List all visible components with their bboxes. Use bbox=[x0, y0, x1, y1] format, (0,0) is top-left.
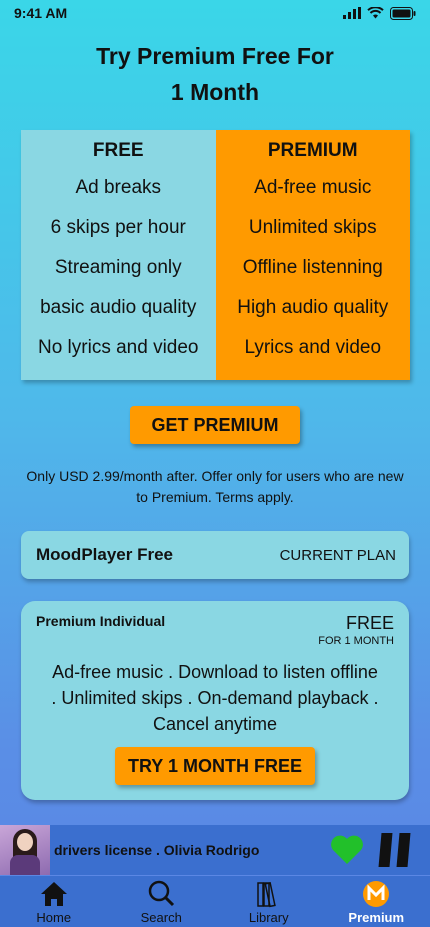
free-feature: 6 skips per hour bbox=[50, 217, 186, 238]
premium-feature: Offline listenning bbox=[242, 257, 383, 278]
title-line-2: 1 Month bbox=[170, 79, 260, 105]
premium-individual-card: Premium Individual FREE FOR 1 MONTH Ad-f… bbox=[21, 601, 409, 800]
free-feature: basic audio quality bbox=[40, 297, 197, 318]
wifi-icon bbox=[367, 7, 384, 19]
page-title: Try Premium Free For 1 Month bbox=[0, 38, 430, 110]
free-column: FREE Ad breaks 6 skips per hour Streamin… bbox=[21, 130, 216, 380]
pause-icon[interactable] bbox=[378, 833, 411, 867]
plan-comparison: FREE Ad breaks 6 skips per hour Streamin… bbox=[21, 130, 410, 380]
premium-heading: PREMIUM bbox=[267, 140, 358, 161]
premium-feature: Ad-free music bbox=[254, 177, 372, 198]
current-plan-tag: CURRENT PLAN bbox=[279, 546, 396, 564]
description-line: Cancel anytime bbox=[152, 714, 278, 734]
free-heading: FREE bbox=[92, 140, 144, 161]
mini-player[interactable]: drivers license . Olivia Rodrigo bbox=[0, 825, 430, 875]
current-plan-name: MoodPlayer Free bbox=[36, 545, 173, 564]
tab-home-label: Home bbox=[36, 910, 72, 925]
status-icons bbox=[343, 6, 416, 20]
premium-feature: High audio quality bbox=[237, 297, 389, 318]
premium-column: PREMIUM Ad-free music Unlimited skips Of… bbox=[215, 130, 410, 380]
description-line: Ad-free music . Download to listen offli… bbox=[52, 662, 378, 682]
home-icon bbox=[40, 882, 67, 906]
premium-feature: Unlimited skips bbox=[248, 217, 377, 238]
premium-card-description: Ad-free music . Download to listen offli… bbox=[31, 659, 399, 737]
offer-terms-note: Only USD 2.99/month after. Offer only fo… bbox=[26, 468, 404, 505]
title-line-1: Try Premium Free For bbox=[96, 43, 334, 69]
premium-logo-icon bbox=[363, 881, 390, 907]
tab-search[interactable]: Search bbox=[108, 876, 216, 927]
premium-feature: Lyrics and video bbox=[244, 337, 382, 358]
tab-library-label: Library bbox=[248, 910, 289, 925]
album-cover[interactable] bbox=[0, 825, 50, 875]
battery-icon bbox=[390, 6, 416, 20]
description-line: . Unlimited skips . On-demand playback . bbox=[51, 688, 379, 708]
library-icon bbox=[257, 881, 276, 908]
signal-icon bbox=[343, 7, 361, 19]
free-feature: Ad breaks bbox=[75, 177, 162, 198]
bottom-tab-bar: Home Search Library Premium bbox=[0, 876, 430, 927]
try-free-button[interactable]: TRY 1 MONTH FREE bbox=[115, 747, 315, 785]
heart-icon[interactable] bbox=[330, 835, 364, 865]
tab-premium-label: Premium bbox=[348, 910, 405, 925]
free-feature: No lyrics and video bbox=[37, 337, 199, 358]
current-plan-card: MoodPlayer Free CURRENT PLAN bbox=[21, 531, 409, 579]
tab-premium[interactable]: Premium bbox=[323, 876, 430, 927]
get-premium-button[interactable]: GET PREMIUM bbox=[130, 406, 300, 444]
tab-search-label: Search bbox=[140, 910, 182, 925]
now-playing-track[interactable]: drivers license . Olivia Rodrigo bbox=[54, 842, 330, 858]
free-feature: Streaming only bbox=[54, 257, 182, 278]
status-time: 9:41 AM bbox=[14, 5, 68, 21]
premium-card-price: FREE bbox=[345, 613, 394, 633]
search-icon bbox=[149, 880, 175, 907]
premium-card-title: Premium Individual bbox=[36, 613, 166, 629]
status-bar: 9:41 AM bbox=[0, 0, 430, 26]
tab-library[interactable]: Library bbox=[215, 876, 323, 927]
tab-home[interactable]: Home bbox=[0, 876, 108, 927]
premium-card-price-sub: FOR 1 MONTH bbox=[318, 635, 394, 647]
